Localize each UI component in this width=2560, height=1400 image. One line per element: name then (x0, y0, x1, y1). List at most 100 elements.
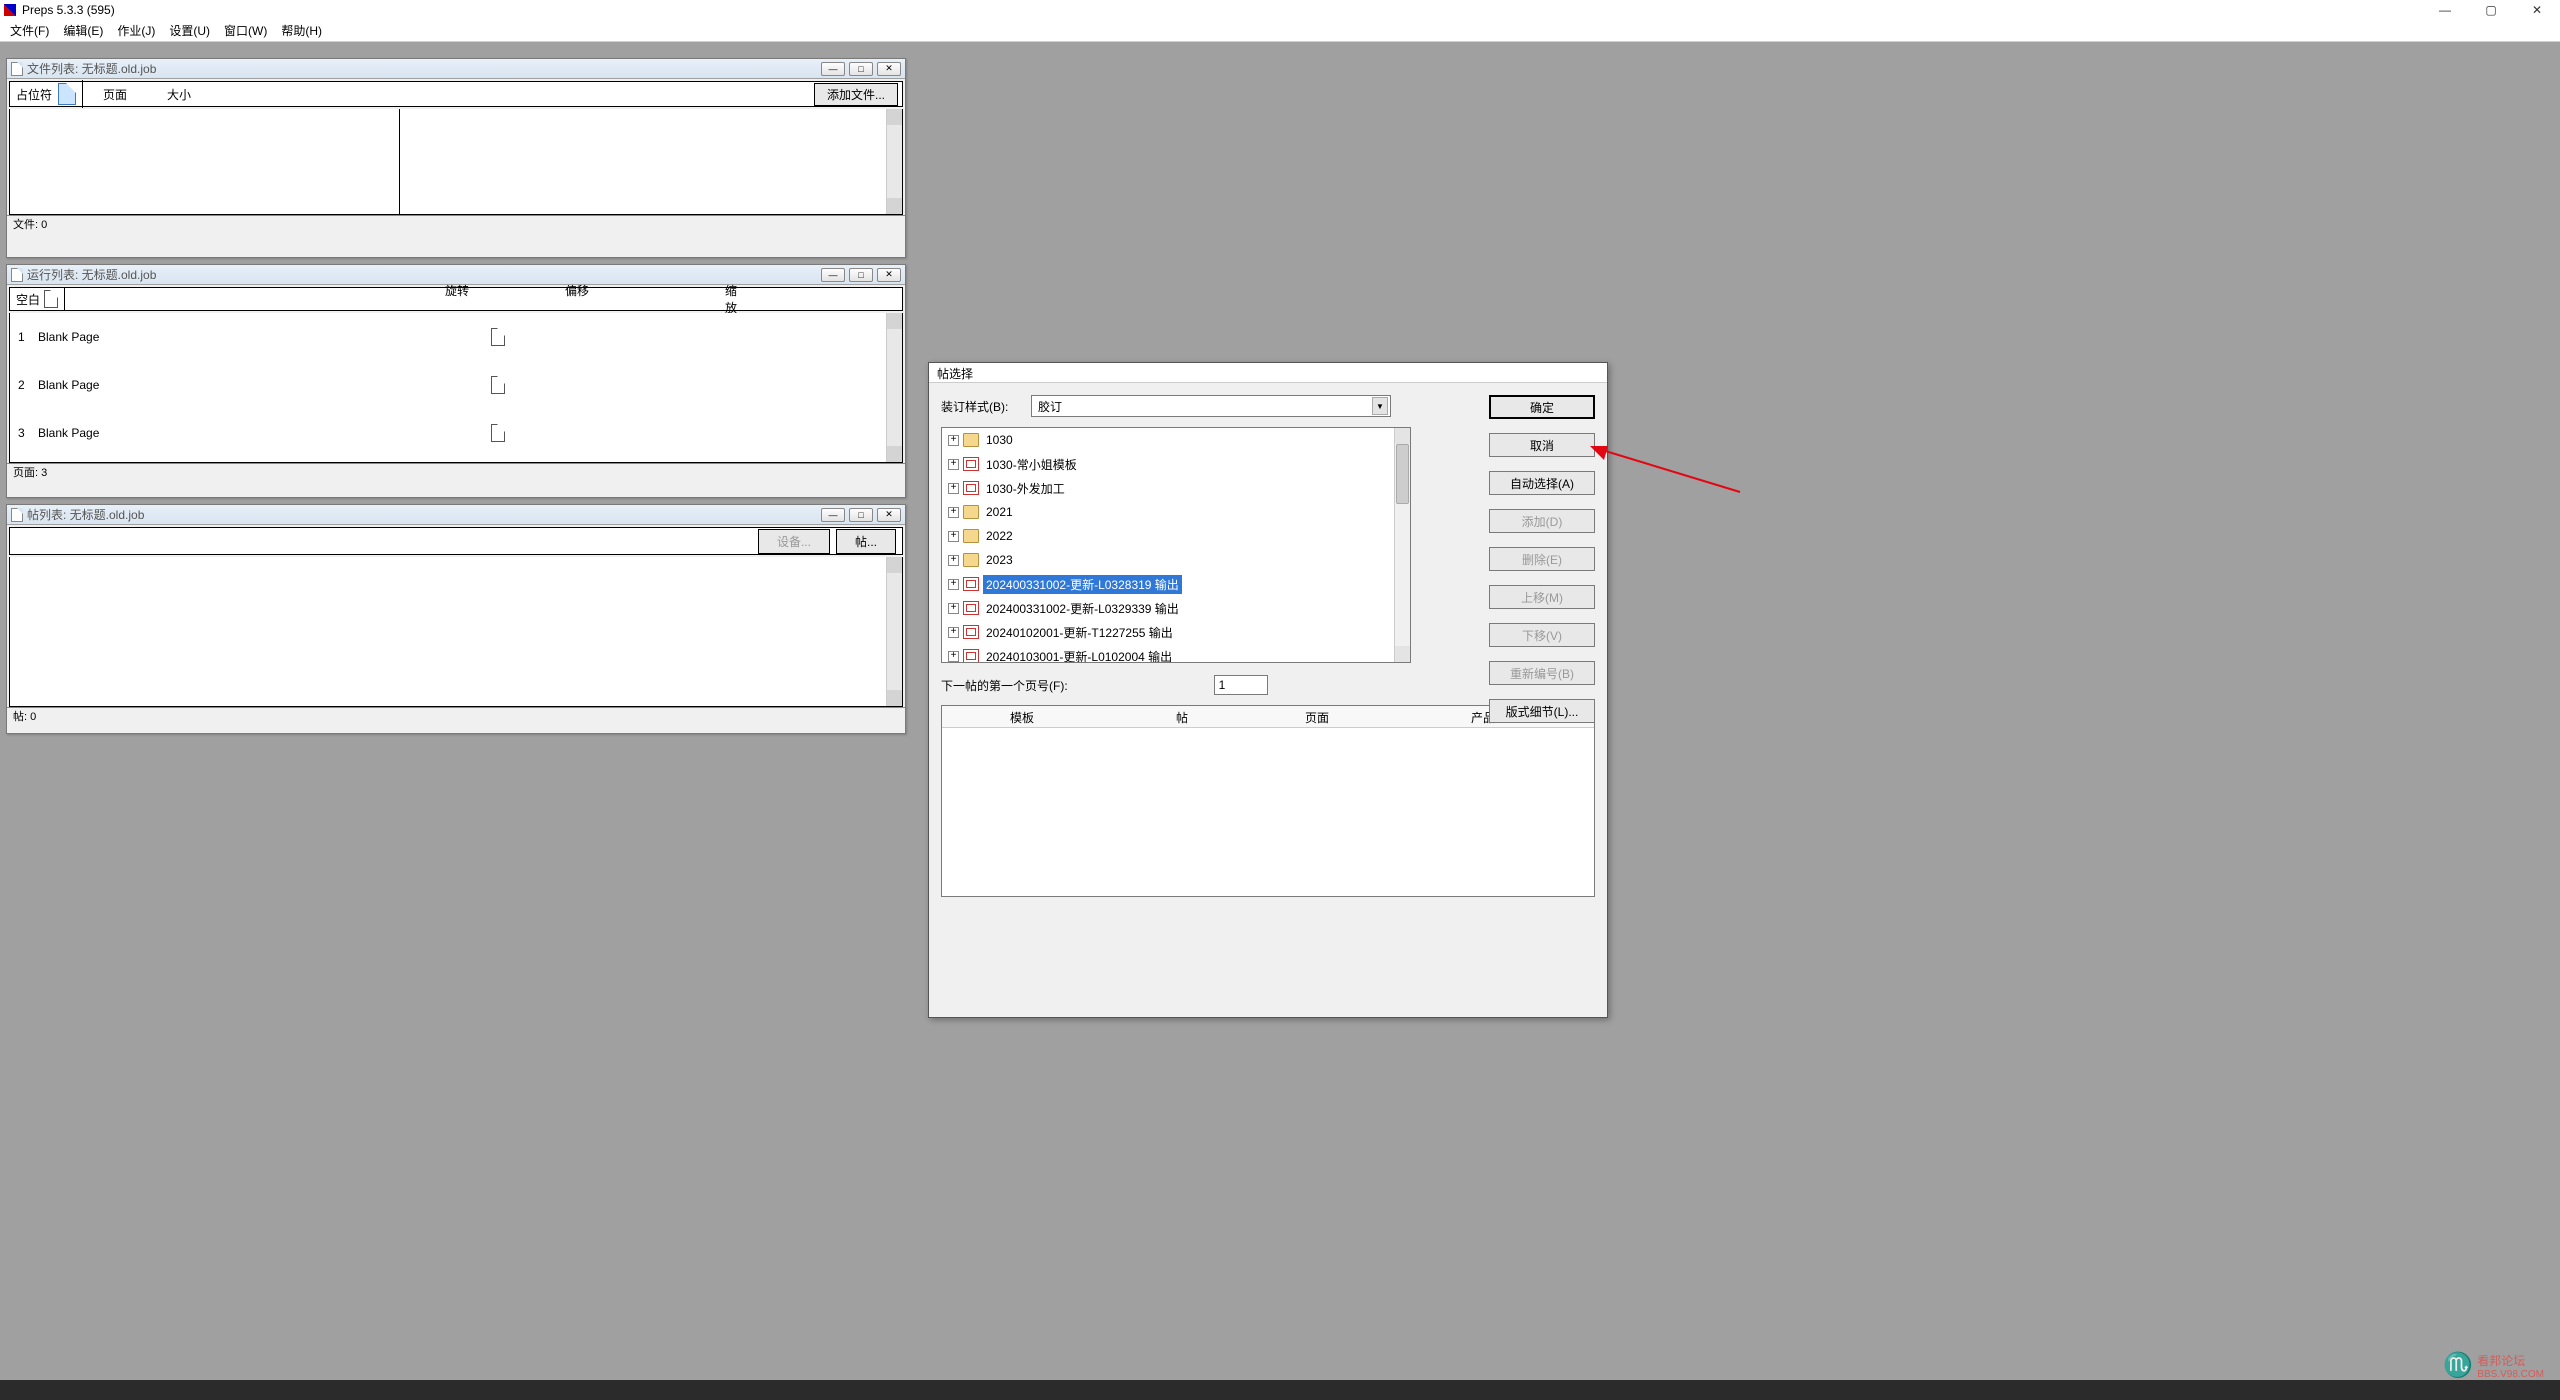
expand-icon[interactable]: + (948, 459, 959, 470)
tree-item[interactable]: + 20240103001-更新-L0102004 输出 (942, 644, 1410, 663)
expand-icon[interactable]: + (948, 531, 959, 542)
child-maximize-button[interactable]: □ (849, 62, 873, 76)
tree-item-label: 1030 (983, 432, 1016, 448)
scrollbar[interactable] (886, 557, 902, 706)
page-icon (44, 290, 58, 308)
child-close-button[interactable]: ✕ (877, 508, 901, 522)
scrollbar[interactable] (886, 313, 902, 462)
chevron-down-icon[interactable]: ▼ (1372, 397, 1388, 415)
signature-button[interactable]: 帖... (836, 529, 896, 554)
tree-item[interactable]: + 1030-外发加工 (942, 476, 1410, 500)
template-icon (963, 457, 979, 471)
child-minimize-button[interactable]: — (821, 62, 845, 76)
scrollbar[interactable] (886, 109, 902, 214)
run-list-row[interactable]: 3 Blank Page (10, 409, 902, 457)
scrollbar-thumb[interactable] (1396, 444, 1409, 504)
document-icon (11, 62, 23, 76)
dialog-title[interactable]: 帖选择 (929, 363, 1607, 383)
tree-item-label: 2022 (983, 528, 1016, 544)
child-maximize-button[interactable]: □ (849, 508, 873, 522)
col-scale: 缩放 (625, 282, 745, 316)
blank-label: 空白 (16, 291, 40, 308)
page-icon (491, 376, 505, 394)
template-icon (963, 601, 979, 615)
sig-list-body[interactable] (9, 557, 903, 707)
renumber-button: 重新编号(B) (1489, 661, 1595, 685)
menu-edit[interactable]: 编辑(E) (57, 20, 109, 41)
tree-item-label: 2023 (983, 552, 1016, 568)
menu-help[interactable]: 帮助(H) (275, 20, 328, 41)
tree-item[interactable]: + 2023 (942, 548, 1410, 572)
row-number: 3 (10, 426, 38, 440)
titlebar: Preps 5.3.3 (595) — ▢ ✕ (0, 0, 2560, 20)
move-up-button: 上移(M) (1489, 585, 1595, 609)
close-button[interactable]: ✕ (2514, 0, 2560, 20)
app-icon (4, 4, 16, 16)
template-icon (963, 481, 979, 495)
expand-icon[interactable]: + (948, 435, 959, 446)
file-list-right-pane[interactable] (400, 109, 902, 214)
placeholder-label: 占位符 (16, 86, 52, 103)
child-close-button[interactable]: ✕ (877, 62, 901, 76)
binding-style-select[interactable]: 胶订 ▼ (1031, 395, 1391, 417)
folder-icon (963, 553, 979, 567)
cancel-button[interactable]: 取消 (1489, 433, 1595, 457)
menu-setup[interactable]: 设置(U) (163, 20, 216, 41)
page-icon (491, 424, 505, 442)
tree-item[interactable]: + 202400331002-更新-L0328319 输出 (942, 572, 1410, 596)
add-button: 添加(D) (1489, 509, 1595, 533)
tree-item-label: 1030-外发加工 (983, 479, 1068, 498)
watermark-icon: ♏ (2443, 1351, 2473, 1380)
taskbar (0, 1380, 2560, 1400)
run-list-body[interactable]: 1 Blank Page 2 Blank Page 3 Blank Page (9, 313, 903, 463)
child-minimize-button[interactable]: — (821, 268, 845, 282)
tree-item[interactable]: + 2021 (942, 500, 1410, 524)
file-list-left-pane[interactable] (10, 109, 400, 214)
tree-item[interactable]: + 202400331002-更新-L0329339 输出 (942, 596, 1410, 620)
col-template: 模板 (942, 706, 1102, 727)
mdi-workspace: 文件列表: 无标题.old.job — □ ✕ 占位符 页面 大小 添加文件..… (0, 42, 2560, 1380)
scrollbar[interactable] (1394, 428, 1410, 662)
menu-window[interactable]: 窗口(W) (218, 20, 273, 41)
file-list-toolbar: 占位符 页面 大小 添加文件... (9, 81, 903, 107)
ok-button[interactable]: 确定 (1489, 395, 1595, 419)
tree-item[interactable]: + 1030-常小姐模板 (942, 452, 1410, 476)
tree-item-label: 20240102001-更新-T1227255 输出 (983, 623, 1176, 642)
auto-select-button[interactable]: 自动选择(A) (1489, 471, 1595, 495)
device-button: 设备... (758, 529, 830, 554)
run-list-title: 运行列表: 无标题.old.job (27, 266, 156, 283)
sig-list-titlebar[interactable]: 帖列表: 无标题.old.job — □ ✕ (7, 505, 905, 525)
col-rotate: 旋转 (385, 282, 505, 316)
add-file-button[interactable]: 添加文件... (814, 83, 898, 106)
expand-icon[interactable]: + (948, 627, 959, 638)
child-minimize-button[interactable]: — (821, 508, 845, 522)
child-close-button[interactable]: ✕ (877, 268, 901, 282)
run-list-row[interactable]: 2 Blank Page (10, 361, 902, 409)
template-tree[interactable]: + 1030+ 1030-常小姐模板+ 1030-外发加工+ 2021+ 202… (941, 427, 1411, 663)
tree-item[interactable]: + 20240102001-更新-T1227255 输出 (942, 620, 1410, 644)
result-table[interactable]: 模板 帖 页面 产品 (941, 705, 1595, 897)
expand-icon[interactable]: + (948, 651, 959, 662)
watermark-sub: BBS.V98.COM (2477, 1369, 2544, 1380)
minimize-button[interactable]: — (2422, 0, 2468, 20)
next-page-input[interactable] (1214, 675, 1268, 695)
menu-job[interactable]: 作业(J) (111, 20, 161, 41)
run-list-row[interactable]: 1 Blank Page (10, 313, 902, 361)
expand-icon[interactable]: + (948, 483, 959, 494)
run-list-status: 页面: 3 (7, 463, 905, 479)
expand-icon[interactable]: + (948, 603, 959, 614)
expand-icon[interactable]: + (948, 555, 959, 566)
layout-detail-button[interactable]: 版式细节(L)... (1489, 699, 1595, 723)
maximize-button[interactable]: ▢ (2468, 0, 2514, 20)
document-icon (11, 508, 23, 522)
tree-item[interactable]: + 2022 (942, 524, 1410, 548)
expand-icon[interactable]: + (948, 579, 959, 590)
child-maximize-button[interactable]: □ (849, 268, 873, 282)
expand-icon[interactable]: + (948, 507, 959, 518)
file-list-titlebar[interactable]: 文件列表: 无标题.old.job — □ ✕ (7, 59, 905, 79)
run-list-header: 空白 旋转 偏移 缩放 (9, 287, 903, 311)
menu-file[interactable]: 文件(F) (4, 20, 55, 41)
signature-list-window: 帖列表: 无标题.old.job — □ ✕ 设备... 帖... 帖: 0 (6, 504, 906, 734)
row-number: 1 (10, 330, 38, 344)
tree-item[interactable]: + 1030 (942, 428, 1410, 452)
